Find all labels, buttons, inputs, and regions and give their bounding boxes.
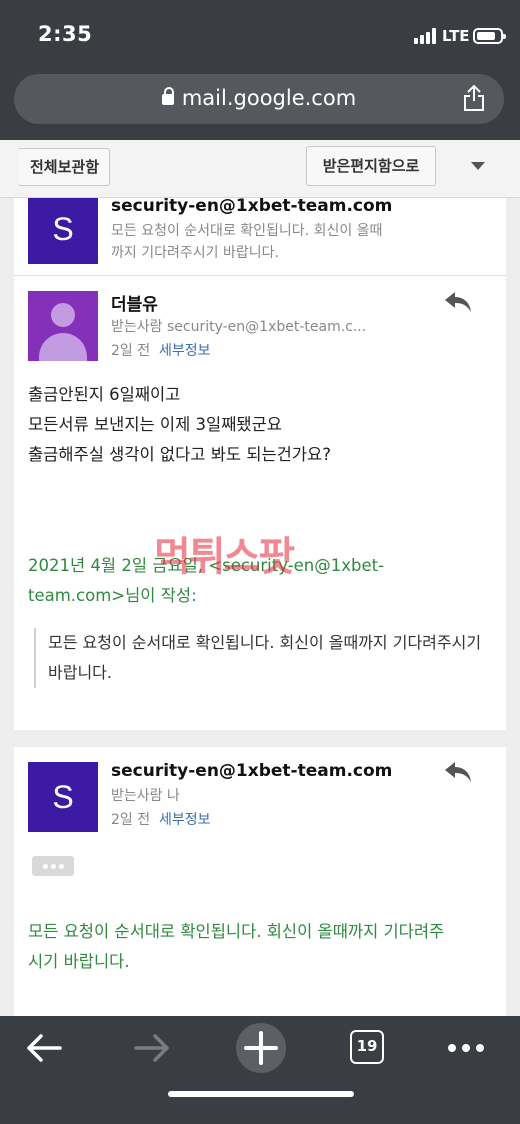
avatar bbox=[28, 291, 98, 361]
tabs-button[interactable]: 19 bbox=[350, 1030, 384, 1064]
back-arrow-icon[interactable] bbox=[24, 1028, 64, 1068]
signal-icon bbox=[414, 28, 438, 44]
more-menu-icon[interactable] bbox=[446, 1028, 486, 1068]
message-body: 모든 요청이 순서대로 확인됩니다. 회신이 올때까지 기다려주 시기 바랍니다… bbox=[28, 922, 445, 971]
watermark: 먹튀스팟 bbox=[154, 535, 295, 579]
address-bar[interactable]: mail.google.com bbox=[14, 74, 504, 124]
reply-icon[interactable] bbox=[444, 761, 472, 783]
reply-icon[interactable] bbox=[444, 291, 472, 313]
browser-bottom-bar: 19 bbox=[0, 1016, 520, 1124]
network-label: LTE bbox=[442, 27, 470, 45]
message-card: S security-en@1xbet-team.com 모든 요청이 순서대로… bbox=[14, 198, 506, 730]
avatar: S bbox=[28, 762, 98, 832]
browser-top-bar: 2:35 LTE mail.google.com bbox=[0, 0, 520, 140]
avatar: S bbox=[28, 198, 98, 264]
details-link[interactable]: 세부정보 bbox=[159, 343, 211, 359]
status-time: 2:35 bbox=[38, 22, 93, 46]
recipient-line: 받는사람 나 bbox=[111, 788, 180, 804]
sender-name: 더블유 bbox=[111, 295, 158, 315]
tab-count: 19 bbox=[356, 1037, 378, 1055]
snippet-line: 모든 요청이 순서대로 확인됩니다. 회신이 올때 bbox=[111, 223, 383, 239]
forward-arrow-icon[interactable] bbox=[132, 1028, 172, 1068]
snippet-line: 까지 기다려주시기 바랍니다. bbox=[111, 245, 279, 261]
share-icon[interactable] bbox=[462, 84, 486, 112]
url-text[interactable]: mail.google.com bbox=[14, 86, 504, 110]
show-trimmed-content-button[interactable] bbox=[32, 856, 74, 876]
message-body: 출금안된지 6일째이고 모든서류 보낸지는 이제 3일째됐군요 출금해주실 생각… bbox=[28, 385, 331, 464]
archive-back-button[interactable]: 전체보관함 bbox=[18, 148, 111, 186]
collapsed-message[interactable]: S security-en@1xbet-team.com 모든 요청이 순서대로… bbox=[14, 198, 506, 276]
details-link[interactable]: 세부정보 bbox=[159, 812, 211, 828]
quoted-text: 모든 요청이 순서대로 확인됩니다. 회신이 올때까지 기다려주시기 바랍니다. bbox=[34, 628, 494, 688]
message-card: S security-en@1xbet-team.com 받는사람 나 2일 전… bbox=[14, 747, 506, 1016]
move-to-inbox-button[interactable]: 받은편지함으로 bbox=[306, 146, 436, 186]
battery-icon bbox=[473, 28, 506, 44]
message-date: 2일 전 세부정보 bbox=[111, 812, 211, 828]
message-date: 2일 전 세부정보 bbox=[111, 343, 211, 359]
home-indicator[interactable] bbox=[168, 1091, 354, 1097]
sender-name: security-en@1xbet-team.com bbox=[111, 761, 393, 781]
chevron-down-icon[interactable] bbox=[471, 162, 485, 170]
lock-icon bbox=[161, 87, 174, 105]
thread-view[interactable]: S security-en@1xbet-team.com 모든 요청이 순서대로… bbox=[0, 198, 520, 1016]
recipient-line: 받는사람 security-en@1xbet-team.c... bbox=[111, 319, 367, 335]
sender-name: security-en@1xbet-team.com bbox=[111, 198, 393, 216]
gmail-toolbar: 전체보관함 받은편지함으로 bbox=[0, 140, 520, 198]
new-tab-icon[interactable] bbox=[235, 1022, 287, 1074]
